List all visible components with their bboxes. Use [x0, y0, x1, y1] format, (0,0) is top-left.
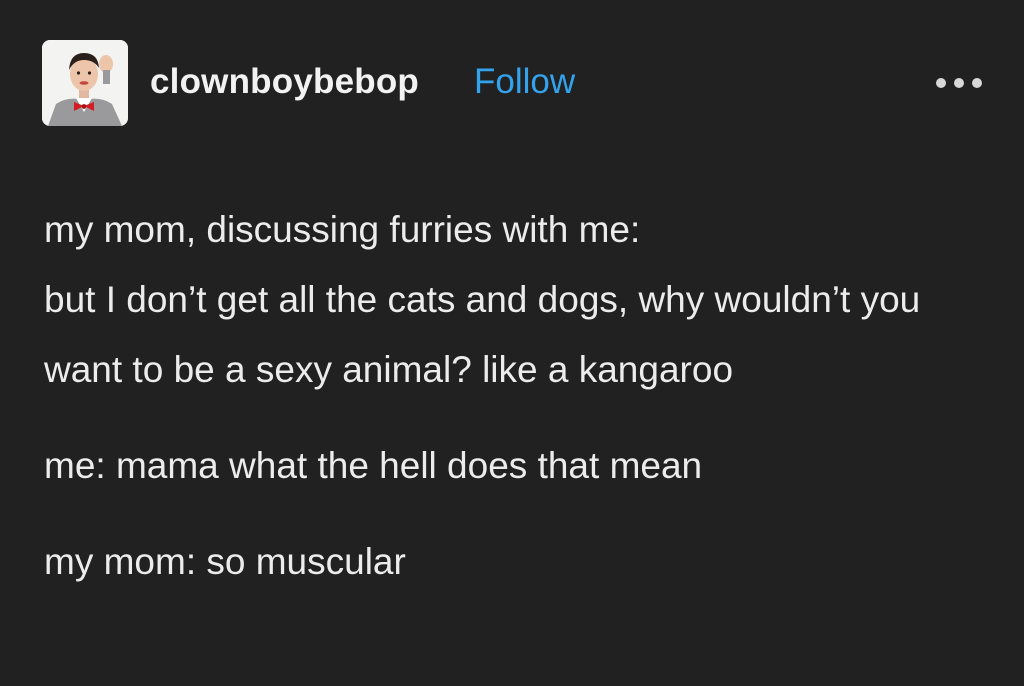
- follow-button[interactable]: Follow: [474, 62, 575, 102]
- post-text-line: me: mama what the hell does that mean: [44, 445, 703, 486]
- post-body: my mom, discussing furries with me: but …: [44, 195, 994, 597]
- post-text-line: my mom: so muscular: [44, 541, 406, 582]
- author-username[interactable]: clownboybebop: [150, 62, 419, 102]
- post-text-line: my mom, discussing furries with me:: [44, 209, 641, 250]
- more-options-icon[interactable]: [936, 76, 982, 90]
- more-dot: [972, 78, 982, 88]
- avatar[interactable]: [42, 40, 128, 126]
- post-card: clownboybebop Follow my mom, discussing …: [0, 0, 1024, 686]
- more-dot: [954, 78, 964, 88]
- avatar-man-red-bowtie-icon: [42, 40, 128, 126]
- post-header: clownboybebop Follow: [42, 40, 982, 126]
- post-text-line: but I don’t get all the cats and dogs, w…: [44, 279, 921, 390]
- more-dot: [936, 78, 946, 88]
